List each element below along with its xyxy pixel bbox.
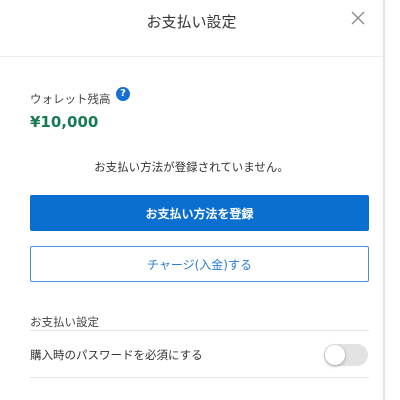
register-payment-method-button[interactable]: お支払い方法を登録	[30, 195, 369, 231]
close-button[interactable]	[348, 8, 368, 28]
modal-header: お支払い設定	[0, 0, 383, 57]
section-divider	[30, 330, 369, 331]
toggle-knob	[325, 345, 345, 365]
wallet-balance-value: ¥10,000	[30, 113, 99, 131]
page-title: お支払い設定	[146, 13, 237, 31]
help-icon[interactable]: ?	[116, 87, 130, 101]
row-divider	[30, 377, 369, 378]
no-payment-method-message: お支払い方法が登録されていません。	[94, 160, 289, 174]
payment-settings-section-title: お支払い設定	[30, 315, 99, 329]
wallet-balance-label: ウォレット残高	[30, 92, 111, 106]
charge-button[interactable]: チャージ(入金)する	[30, 246, 369, 282]
close-icon	[351, 11, 365, 25]
require-password-label: 購入時のパスワードを必須にする	[30, 348, 203, 362]
payment-settings-panel: お支払い設定 ウォレット残高 ? ¥10,000 お支払い方法が登録されていませ…	[0, 0, 385, 400]
require-password-toggle[interactable]	[324, 344, 368, 366]
